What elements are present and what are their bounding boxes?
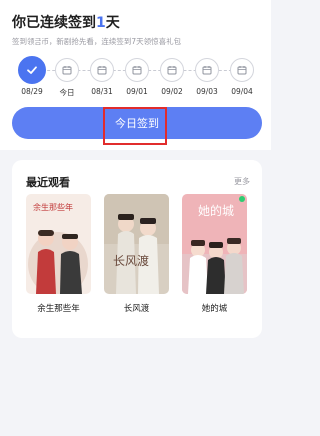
checkin-day: 08/31 (82, 56, 122, 96)
checkin-day-label: 09/04 (231, 87, 253, 96)
checkin-day-label: 08/31 (91, 87, 113, 96)
movie-item[interactable]: 她的城 她的城 (182, 194, 247, 314)
poster-changfeng-text: 长风渡 (113, 254, 150, 268)
streak-days: 1 (96, 15, 106, 31)
checkin-day: 今日 (47, 56, 87, 98)
movie-item[interactable]: 长风渡 长风渡 (104, 194, 169, 314)
calendar-icon (125, 58, 149, 82)
title-suffix: 天 (105, 15, 120, 31)
checkin-day: 09/03 (187, 56, 227, 96)
more-link[interactable]: 更多 (234, 176, 250, 187)
movie-title: 余生那些年 (37, 304, 80, 314)
checkin-day: 08/29 (12, 56, 52, 96)
checkin-day-label: 今日 (59, 88, 75, 97)
poster-tadecheng: 她的城 (182, 194, 247, 294)
calendar-icon (90, 58, 114, 82)
calendar-icon (55, 58, 79, 82)
checkin-day: 09/04 (222, 56, 262, 96)
checkin-title: 你已连续签到1天 (12, 12, 120, 32)
highlight-box (103, 107, 167, 145)
checkin-days-row: 08/29 今日 08/31 09/01 09/02 09/03 09/04 (0, 56, 271, 101)
checkin-day: 09/02 (152, 56, 192, 96)
movie-title: 她的城 (201, 304, 228, 314)
poster-changfeng: 长风渡 (104, 194, 169, 294)
checkin-day-label: 08/29 (21, 87, 43, 96)
movie-title: 长风渡 (123, 304, 150, 314)
recent-title: 最近观看 (26, 176, 70, 189)
check-icon (18, 56, 46, 84)
title-prefix: 你已连续签到 (12, 15, 96, 31)
checkin-day-label: 09/03 (196, 87, 218, 96)
movie-item[interactable]: 余生那些年 余生那些年 (26, 194, 91, 314)
calendar-icon (160, 58, 184, 82)
poster-yusheng-text: 余生那些年 (33, 203, 73, 212)
calendar-icon (195, 58, 219, 82)
checkin-day-label: 09/02 (161, 87, 183, 96)
checkin-day-label: 09/01 (126, 87, 148, 96)
recent-watch-card: 最近观看 更多 余生那些年 余生那些年 长风渡 长风渡 她的城 她的城 (12, 160, 262, 338)
poster-yusheng: 余生那些年 (26, 194, 91, 294)
poster-tadecheng-text: 她的城 (198, 204, 235, 218)
checkin-card: 你已连续签到1天 签到领금币，新剧抢先看，连续签到7天领惊喜礼包 08/29 今日… (0, 0, 271, 150)
new-badge-dot (239, 196, 245, 202)
checkin-subtitle: 签到领금币，新剧抢先看，连续签到7天领惊喜礼包 (12, 37, 182, 46)
checkin-day: 09/01 (117, 56, 157, 96)
calendar-icon (230, 58, 254, 82)
